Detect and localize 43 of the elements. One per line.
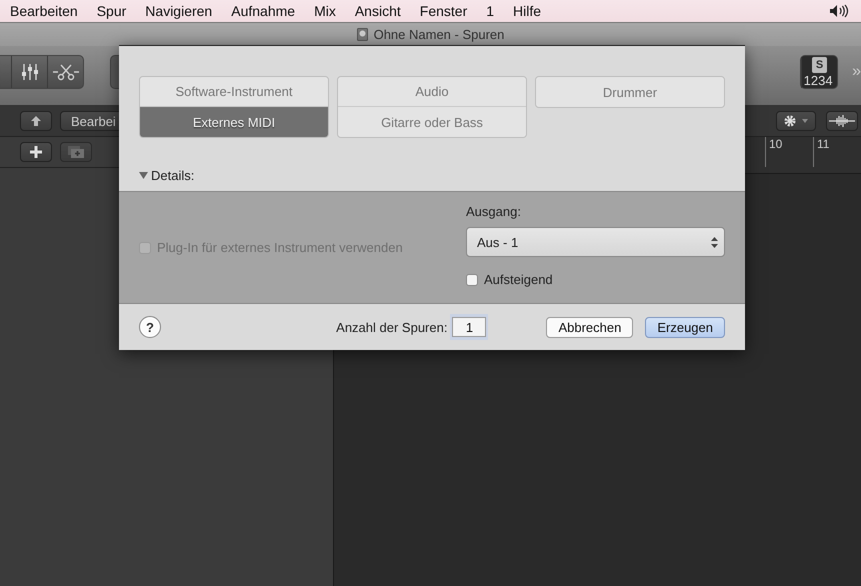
track-type-option[interactable]: Gitarre oder Bass [338,107,526,137]
details-label: Details: [151,168,194,182]
up-arrow-icon [30,115,42,127]
up-arrow-button[interactable] [20,111,52,131]
bar-number: 11 [813,137,861,167]
menu-item[interactable]: Navigieren [145,3,212,19]
disclosure-triangle-icon[interactable] [139,170,148,180]
volume-icon[interactable] [829,4,849,18]
track-stack-button[interactable] [60,142,92,162]
menu-item[interactable]: Spur [96,3,126,19]
settings-button[interactable] [776,111,816,131]
track-stack-icon [68,146,84,158]
checkbox-label: Aufsteigend [484,272,553,287]
dialog-button[interactable]: Erzeugen [645,316,725,338]
track-type-option[interactable]: Software-Instrument [140,77,328,107]
track-type-option[interactable]: Drummer [536,77,724,107]
document-icon [356,28,368,41]
add-track-button[interactable] [20,142,52,162]
bar-number: 10 [765,137,813,167]
menu-item[interactable]: Aufnahme [231,3,296,19]
solo-badge[interactable]: S [812,56,828,72]
count-in-display[interactable]: 1234 [801,72,834,88]
window-title: Ohne Namen - Spuren [374,27,504,42]
dialog-button[interactable]: Abbrechen [546,316,634,338]
menu-item[interactable]: Hilfe [513,3,542,19]
menu-item[interactable]: Mix [314,3,336,19]
track-count-field[interactable]: 1 [450,314,488,340]
menu-item[interactable]: Fenster [420,3,468,19]
help-button[interactable]: ? [139,316,161,338]
track-count-label: Anzahl der Spuren: [336,320,448,334]
waveform-button[interactable] [826,111,858,131]
checkbox[interactable] [466,274,478,286]
output-dropdown[interactable]: Aus - 1 [466,227,725,257]
menu-item[interactable]: 1 [486,3,494,19]
menu-item[interactable]: Ansicht [354,3,401,19]
waveform-icon [829,115,855,127]
track-type-option[interactable]: Externes MIDI [140,107,328,137]
stepper-arrows-icon [711,236,718,248]
menu-item[interactable]: Bearbeiten [10,3,78,19]
output-label: Ausgang: [466,204,522,219]
gear-icon [783,114,809,128]
plus-icon [29,145,43,159]
track-type-option[interactable]: Audio [338,77,526,107]
